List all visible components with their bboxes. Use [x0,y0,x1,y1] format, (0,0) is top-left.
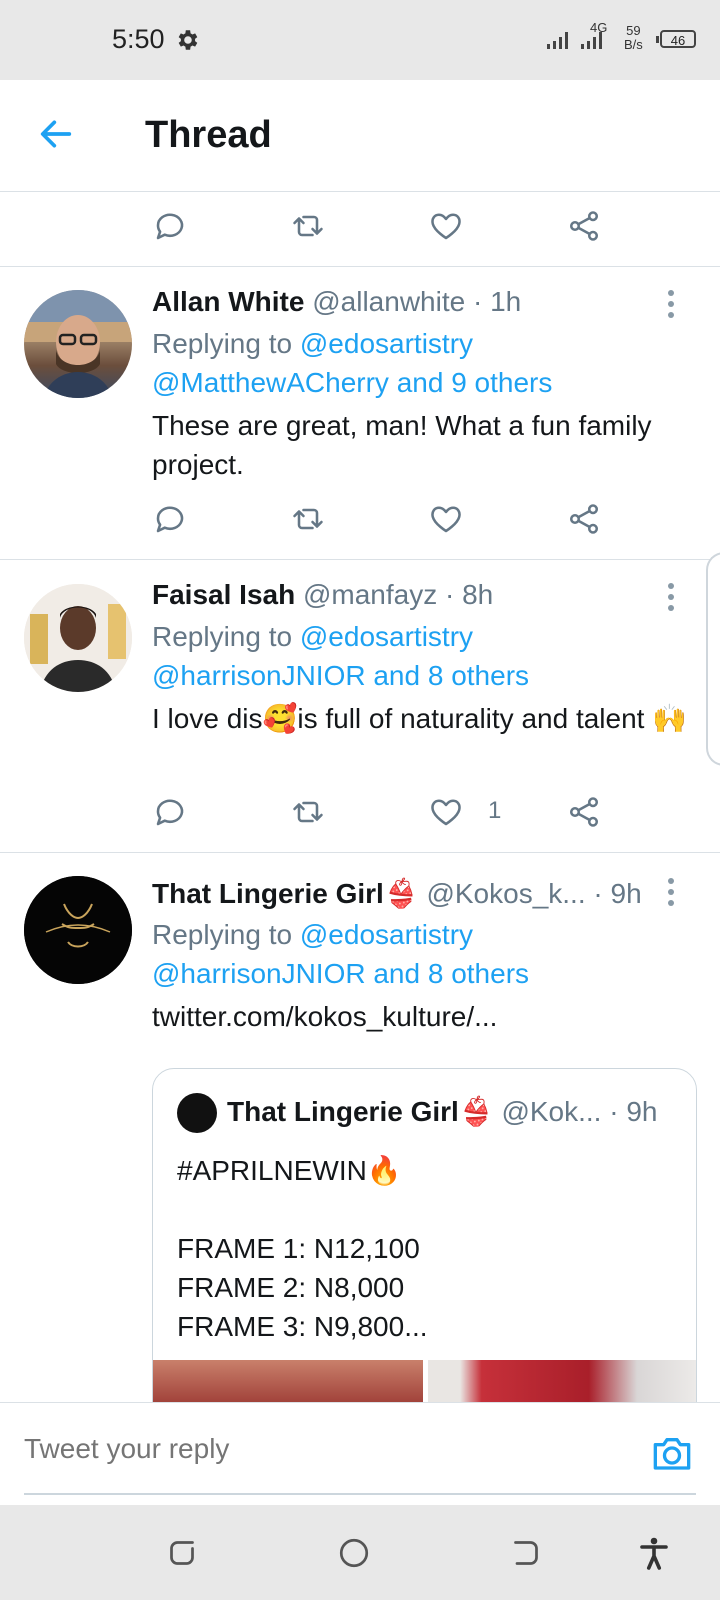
divider [0,559,720,560]
tweet-time: · 9h [593,878,642,909]
heart-icon [431,506,461,533]
retweet-button[interactable] [290,208,326,244]
divider [0,852,720,853]
tweet-text: These are great, man! What a fun family … [152,410,652,480]
like-button[interactable] [428,501,464,537]
tweet-header: Faisal Isah @manfayz · 8h [152,579,652,611]
network-type: 4G [590,20,608,35]
retweet-icon [293,801,323,823]
reply-composer [0,1402,720,1503]
replying-to: Replying to @edosartistry @MatthewACherr… [152,328,553,398]
reply-button[interactable] [152,501,188,537]
gear-icon [178,30,198,50]
input-underline [24,1493,696,1495]
quoted-tweet-header: That Lingerie Girl👙 @Kok... · 9h [227,1095,687,1128]
reply-icon [156,799,184,826]
like-button[interactable] [428,208,464,244]
recent-apps-icon[interactable] [164,1535,200,1571]
mention-others-link[interactable]: @harrisonJNIOR and 8 others [152,958,529,989]
tweet-actions [152,501,632,541]
tweet-actions: 1 [152,794,632,834]
share-button[interactable] [566,208,602,244]
network-speed: 59 B/s [624,23,643,52]
quoted-tweet-text: #APRILNEWIN🔥 FRAME 1: N12,100 FRAME 2: N… [177,1155,428,1342]
reply-button[interactable] [152,208,188,244]
avatar-logo [24,876,132,984]
signal-icon [547,32,568,49]
replying-to: Replying to @edosartistry @harrisonJNIOR… [152,621,530,691]
page-title: Thread [145,114,272,156]
reply-icon [156,213,184,240]
app-header: Thread [0,80,720,192]
edge-panel-handle[interactable] [706,552,720,766]
mention-others-link[interactable]: @harrisonJNIOR and 8 others [152,660,529,691]
mention-link[interactable]: @edosartistry [300,328,473,359]
avatar[interactable] [24,876,132,984]
avatar-image [24,290,132,398]
heart-icon [431,213,461,240]
retweet-icon [293,508,323,530]
like-button[interactable] [428,794,464,830]
share-button[interactable] [566,501,602,537]
share-icon [569,504,599,534]
share-icon [569,797,599,827]
tweet-header: That Lingerie Girl👙 @Kokos_k... · 9h [152,877,652,910]
reply-button[interactable] [152,794,188,830]
avatar[interactable] [24,584,132,692]
retweet-button[interactable] [290,501,326,537]
user-name: That Lingerie Girl👙 [227,1096,494,1127]
reply-input[interactable] [24,1433,584,1465]
user-name[interactable]: Allan White [152,286,304,317]
avatar[interactable] [24,290,132,398]
status-time: 5:50 [112,24,165,54]
retweet-button[interactable] [290,794,326,830]
arrow-left-icon[interactable] [36,114,76,154]
tweet-link[interactable]: twitter.com/kokos_kulture/... [152,997,692,1036]
user-name[interactable]: Faisal Isah [152,579,295,610]
user-handle[interactable]: @manfayz [303,579,437,610]
back-icon[interactable] [508,1535,544,1571]
share-icon [569,211,599,241]
tweet-text: I love dis🥰is full of naturality and tal… [152,703,688,734]
tweet-time: · 8h [445,579,494,610]
tweet-time: · 9h [609,1096,658,1127]
more-options-icon[interactable] [668,878,676,908]
camera-icon[interactable] [650,1433,694,1473]
battery-icon: 46 [656,30,696,48]
status-bar: 5:50 4G 59 B/s 46 [0,0,720,80]
share-button[interactable] [566,794,602,830]
replying-to: Replying to @edosartistry @harrisonJNIOR… [152,919,530,989]
avatar-image [24,584,132,692]
like-count: 1 [488,797,502,824]
user-handle[interactable]: @allanwhite [312,286,465,317]
user-handle: @Kok... [501,1096,602,1127]
tweet-actions [152,208,632,248]
user-name[interactable]: That Lingerie Girl👙 [152,878,419,909]
more-options-icon[interactable] [668,583,676,613]
home-icon[interactable] [336,1535,372,1571]
mention-link[interactable]: @edosartistry [300,621,473,652]
user-handle[interactable]: @Kokos_k... [426,878,585,909]
tweet-header: Allan White @allanwhite · 1h [152,286,652,318]
tweet-time: · 1h [472,286,522,317]
reply-icon [156,506,184,533]
mention-link[interactable]: @edosartistry [300,919,473,950]
system-nav-bar [0,1505,720,1600]
divider [0,266,720,267]
more-options-icon[interactable] [668,290,676,320]
quoted-tweet[interactable]: That Lingerie Girl👙 @Kok... · 9h #APRILN… [152,1068,697,1430]
retweet-icon [293,215,323,237]
mention-others-link[interactable]: @MatthewACherry and 9 others [152,367,552,398]
heart-icon [431,799,461,826]
accessibility-icon[interactable] [636,1535,672,1571]
avatar [177,1093,217,1133]
